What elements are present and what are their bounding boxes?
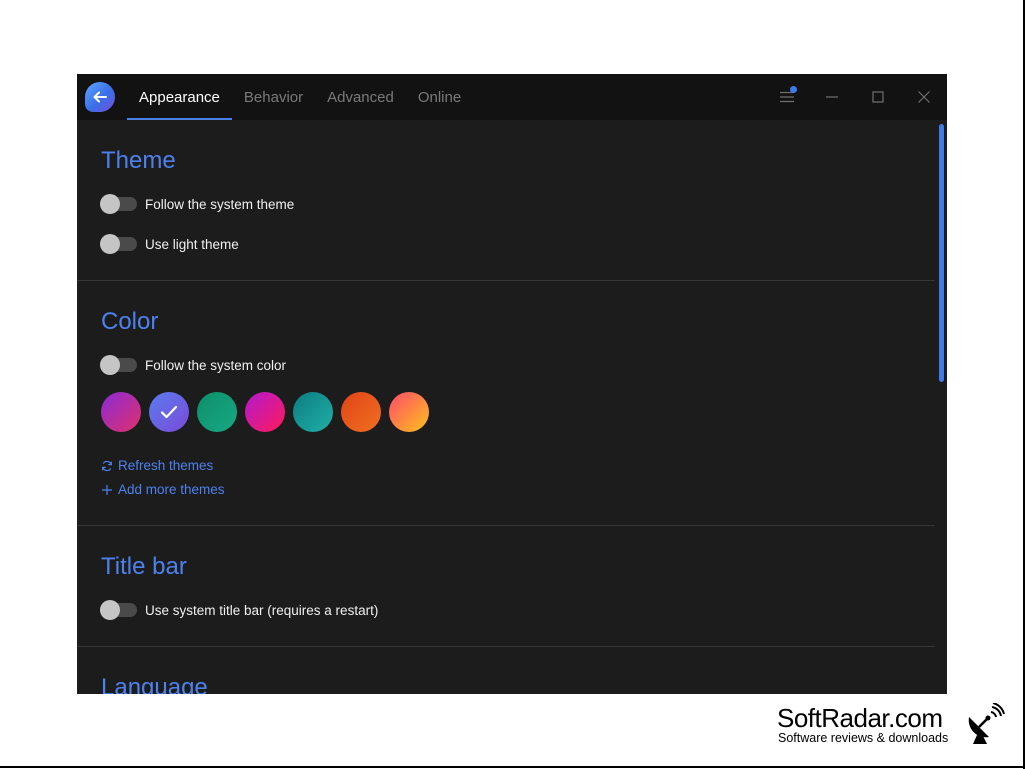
toggle-knob	[100, 600, 120, 620]
close-button[interactable]	[909, 82, 939, 112]
minimize-icon	[826, 96, 838, 98]
tab-appearance[interactable]: Appearance	[127, 74, 232, 120]
watermark-tagline: Software reviews & downloads	[778, 731, 949, 745]
tab-behavior[interactable]: Behavior	[232, 74, 315, 120]
language-section-title: Language	[101, 674, 208, 694]
color-swatch[interactable]	[293, 392, 333, 432]
tab-bar: Appearance Behavior Advanced Online	[127, 74, 473, 120]
minimize-button[interactable]	[817, 82, 847, 112]
toggle-knob	[100, 355, 120, 375]
color-swatch-selected[interactable]	[149, 392, 189, 432]
notification-dot	[790, 86, 797, 93]
title-bar-section: Title bar Use system title bar (requires…	[77, 526, 935, 646]
follow-system-color-toggle[interactable]	[100, 355, 137, 375]
use-light-theme-row: Use light theme	[100, 234, 239, 254]
follow-system-color-row: Follow the system color	[100, 355, 286, 375]
add-more-themes-label: Add more themes	[118, 482, 225, 497]
system-title-bar-toggle[interactable]	[100, 600, 137, 620]
follow-system-theme-label: Follow the system theme	[145, 196, 295, 212]
page-edge-bottom	[0, 766, 1025, 768]
use-light-theme-toggle[interactable]	[100, 234, 137, 254]
title-bar-section-title: Title bar	[101, 553, 187, 580]
color-swatch[interactable]	[341, 392, 381, 432]
language-section: Language	[77, 647, 935, 694]
add-more-themes-link[interactable]: Add more themes	[101, 482, 225, 497]
menu-button[interactable]	[772, 82, 802, 112]
theme-section: Theme Follow the system theme Use light …	[77, 120, 935, 280]
maximize-icon	[872, 91, 884, 103]
refresh-icon	[102, 460, 112, 471]
color-swatch[interactable]	[197, 392, 237, 432]
close-icon	[918, 91, 930, 103]
toggle-knob	[100, 194, 120, 214]
system-title-bar-row: Use system title bar (requires a restart…	[100, 600, 378, 620]
color-section: Color Follow the system color Refresh th…	[77, 281, 935, 525]
scrollbar-thumb[interactable]	[939, 124, 944, 382]
color-swatch[interactable]	[389, 392, 429, 432]
settings-content[interactable]: Theme Follow the system theme Use light …	[77, 120, 935, 694]
toggle-knob	[100, 234, 120, 254]
follow-system-theme-row: Follow the system theme	[100, 194, 294, 214]
back-button[interactable]	[85, 82, 115, 112]
color-swatches	[101, 392, 429, 432]
watermark-name: SoftRadar.com	[777, 703, 943, 733]
refresh-themes-label: Refresh themes	[118, 458, 214, 473]
theme-section-title: Theme	[101, 147, 176, 174]
arrow-left-icon	[93, 91, 107, 103]
follow-system-color-label: Follow the system color	[145, 357, 287, 373]
tab-advanced[interactable]: Advanced	[315, 74, 406, 120]
softradar-watermark: SoftRadar.com Software reviews & downloa…	[777, 703, 1005, 747]
satellite-dish-icon	[968, 703, 1005, 744]
tab-online[interactable]: Online	[406, 74, 473, 120]
plus-icon	[102, 484, 112, 495]
follow-system-theme-toggle[interactable]	[100, 194, 137, 214]
title-bar: Appearance Behavior Advanced Online	[77, 74, 947, 120]
use-light-theme-label: Use light theme	[145, 236, 239, 252]
checkmark-icon	[160, 405, 178, 419]
color-swatch[interactable]	[245, 392, 285, 432]
refresh-themes-link[interactable]: Refresh themes	[101, 458, 213, 473]
color-section-title: Color	[101, 308, 159, 335]
maximize-button[interactable]	[863, 82, 893, 112]
color-swatch[interactable]	[101, 392, 141, 432]
system-title-bar-label: Use system title bar (requires a restart…	[145, 602, 379, 618]
settings-window: Appearance Behavior Advanced Online Them…	[77, 74, 947, 694]
